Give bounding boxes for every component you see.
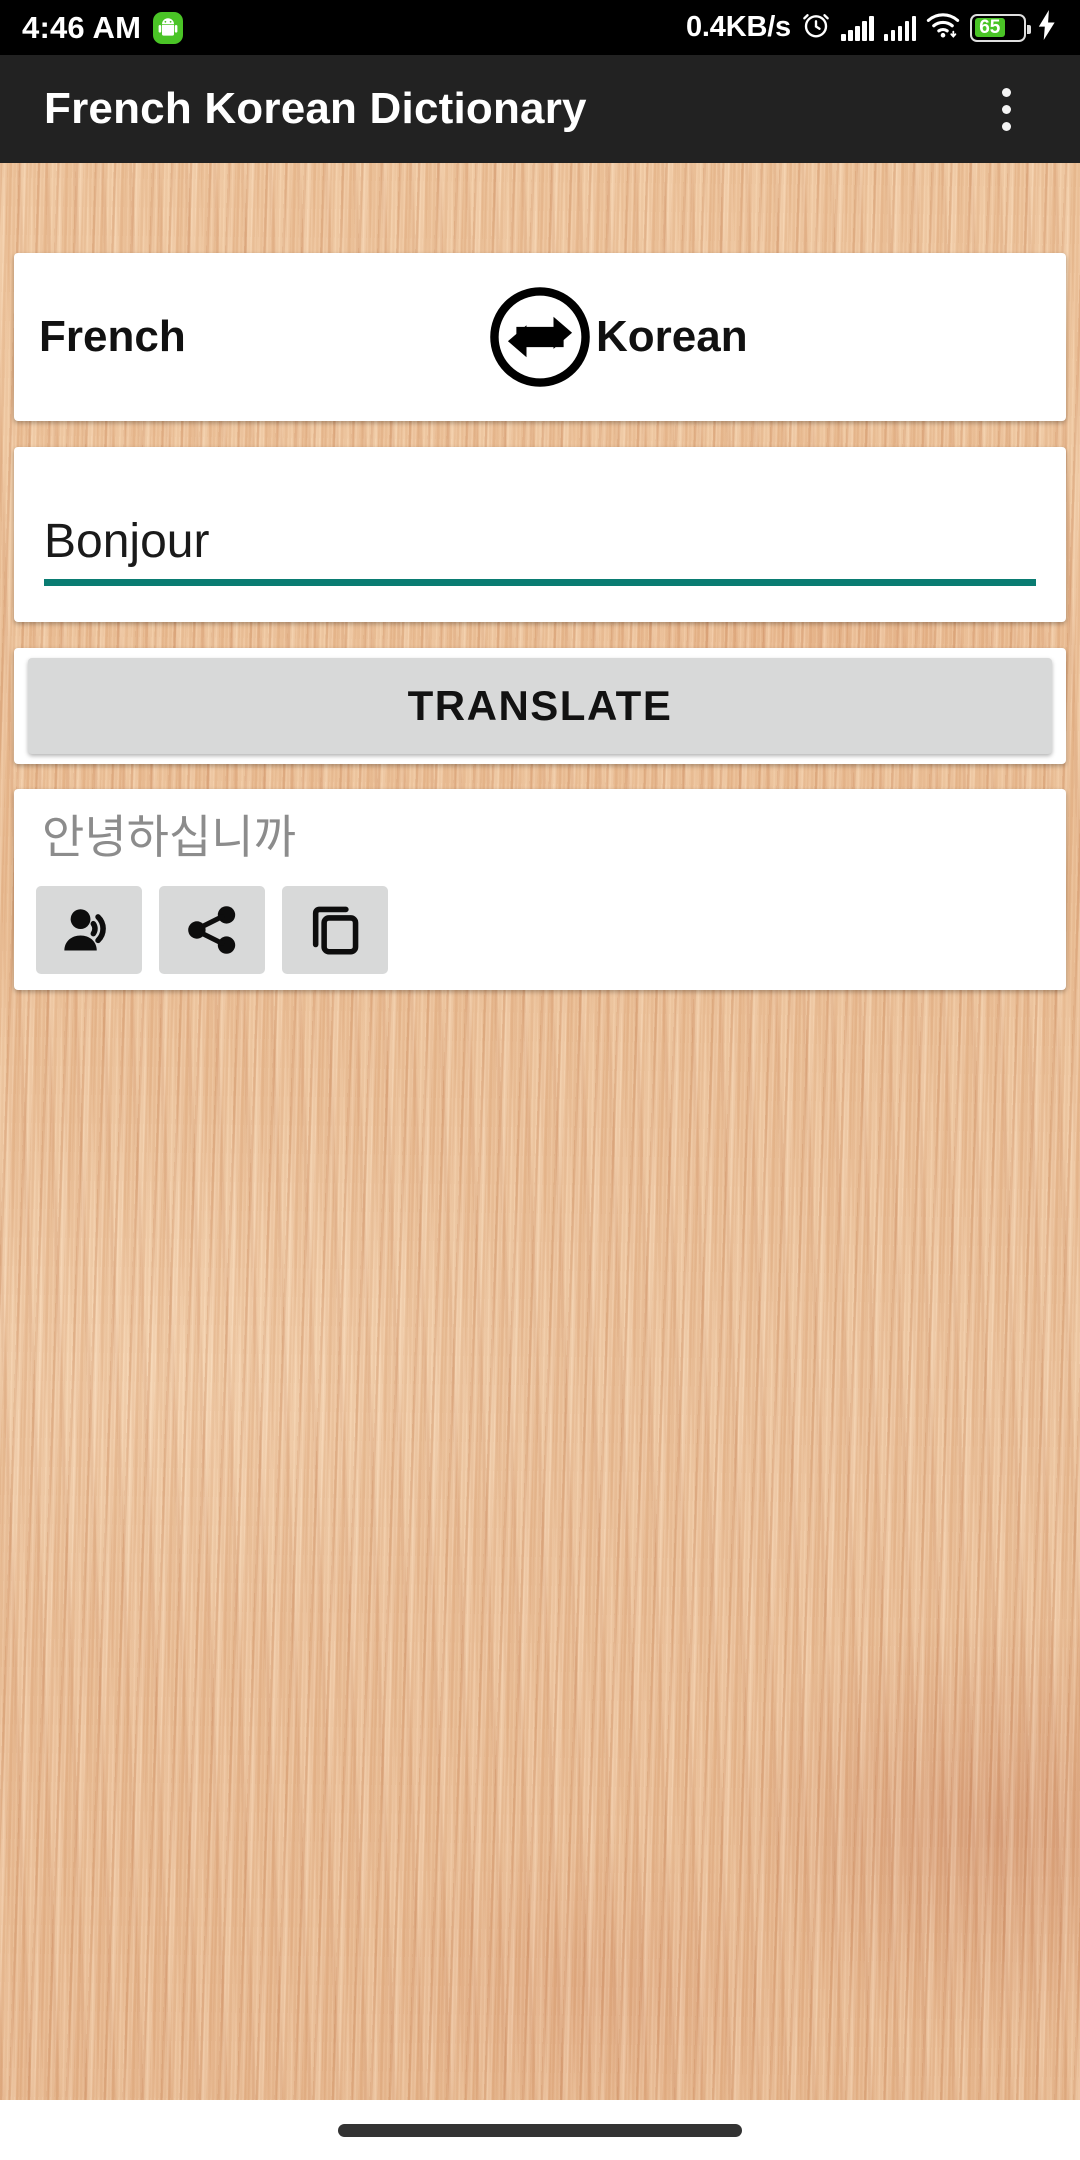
battery-icon: 65 <box>970 13 1031 42</box>
result-card: 안녕하십니까 <box>14 789 1066 990</box>
copy-icon <box>312 906 359 955</box>
input-card: Bonjour <box>14 447 1066 622</box>
speak-button[interactable] <box>36 885 142 974</box>
source-text-input[interactable]: Bonjour <box>44 516 1036 579</box>
overflow-menu-icon[interactable] <box>976 71 1036 147</box>
cellular-signal-icon <box>841 15 874 41</box>
phone-screen: 4:46 AM 0.4KB/s 65 French Korean Diction… <box>0 0 1080 2160</box>
charging-bolt-icon <box>1036 10 1058 45</box>
gesture-home-pill[interactable] <box>338 2123 742 2137</box>
source-language-label[interactable]: French <box>14 312 484 362</box>
system-nav-bar <box>0 2100 1080 2160</box>
status-bar: 4:46 AM 0.4KB/s 65 <box>0 0 1080 55</box>
translated-text: 안녕하십니까 <box>42 811 296 863</box>
copy-button[interactable] <box>282 885 388 974</box>
wifi-icon <box>926 11 960 44</box>
language-selector-card: French Korean <box>14 253 1066 421</box>
android-robot-icon <box>153 11 184 44</box>
battery-percent: 65 <box>979 17 1001 38</box>
swap-horizontal-circle-icon <box>490 287 590 387</box>
input-underline <box>44 579 1036 586</box>
speaker-person-icon <box>64 909 106 951</box>
app-bar: French Korean Dictionary <box>0 55 1080 163</box>
translate-button[interactable]: TRANSLATE <box>28 658 1052 754</box>
status-icons: 0.4KB/s 65 <box>686 10 1058 45</box>
result-action-row <box>36 885 1044 974</box>
target-language-label[interactable]: Korean <box>596 312 1066 362</box>
share-button[interactable] <box>159 885 265 974</box>
network-speed: 0.4KB/s <box>686 11 791 43</box>
cellular-signal-icon <box>883 15 916 41</box>
translate-card: TRANSLATE <box>14 648 1066 764</box>
alarm-clock-icon <box>801 10 831 45</box>
status-time: 4:46 AM <box>22 9 142 45</box>
page-title: French Korean Dictionary <box>44 84 587 133</box>
swap-languages-button[interactable] <box>484 283 596 391</box>
share-icon <box>188 906 236 954</box>
